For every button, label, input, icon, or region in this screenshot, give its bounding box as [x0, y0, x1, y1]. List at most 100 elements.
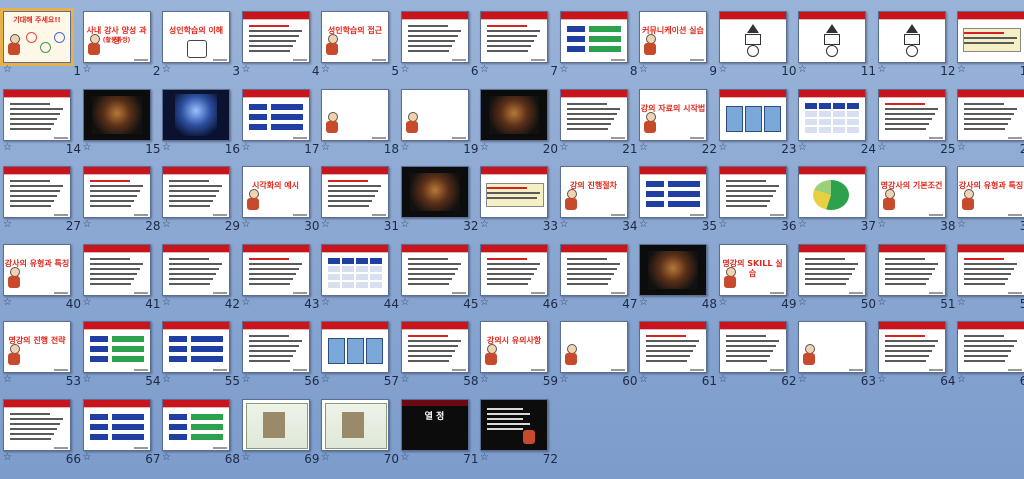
transition-star-icon[interactable]: ☆ — [401, 219, 410, 231]
slide-thumbnail[interactable] — [798, 88, 866, 141]
transition-star-icon[interactable]: ☆ — [83, 142, 92, 154]
slide-cell[interactable]: 강사의 유형과 특징 ☆ 40 — [1, 238, 81, 315]
slide-cell[interactable]: ☆ 26 — [955, 83, 1024, 160]
slide-cell[interactable]: ☆ 17 — [240, 83, 320, 160]
transition-star-icon[interactable]: ☆ — [719, 142, 728, 154]
slide-cell[interactable]: ☆ 21 — [558, 83, 638, 160]
transition-star-icon[interactable]: ☆ — [83, 452, 92, 464]
slide-cell[interactable]: ☆ 51 — [876, 238, 956, 315]
transition-star-icon[interactable]: ☆ — [639, 64, 648, 76]
slide-cell[interactable]: ☆ 61 — [637, 315, 717, 392]
transition-star-icon[interactable]: ☆ — [3, 64, 12, 76]
slide-cell[interactable]: ☆ 7 — [478, 5, 558, 82]
transition-star-icon[interactable]: ☆ — [560, 374, 569, 386]
slide-thumbnail[interactable] — [162, 243, 230, 296]
transition-star-icon[interactable]: ☆ — [480, 374, 489, 386]
slide-cell[interactable]: ☆ 45 — [399, 238, 479, 315]
slide-cell[interactable]: ☆ 48 — [637, 238, 717, 315]
slide-cell[interactable]: 명강의 SKILL 실습 ☆ 49 — [717, 238, 797, 315]
slide-thumbnail[interactable] — [480, 398, 548, 451]
transition-star-icon[interactable]: ☆ — [321, 297, 330, 309]
slide-cell[interactable]: ☆ 15 — [81, 83, 161, 160]
slide-thumbnail[interactable]: 명강의 진행 전략 — [3, 321, 71, 373]
slide-cell[interactable]: ☆ 6 — [399, 5, 479, 82]
slide-thumbnail[interactable]: 강사의 유형과 특징 — [3, 243, 71, 296]
slide-cell[interactable]: 시각화의 예시 ☆ 30 — [240, 160, 320, 237]
transition-star-icon[interactable]: ☆ — [639, 374, 648, 386]
slide-cell[interactable]: ☆ 54 — [81, 315, 161, 392]
transition-star-icon[interactable]: ☆ — [639, 219, 648, 231]
transition-star-icon[interactable]: ☆ — [401, 374, 410, 386]
slide-thumbnail[interactable] — [718, 88, 787, 141]
transition-star-icon[interactable]: ☆ — [162, 64, 171, 76]
transition-star-icon[interactable]: ☆ — [798, 219, 807, 231]
slide-cell[interactable]: 명강사의 기본조건 ☆ 38 — [876, 160, 956, 237]
slide-thumbnail[interactable] — [321, 243, 389, 296]
slide-thumbnail[interactable] — [241, 88, 310, 141]
slide-thumbnail[interactable] — [82, 88, 151, 141]
slide-cell[interactable]: ☆ 12 — [876, 5, 956, 82]
slide-cell[interactable]: ☆ 4 — [240, 5, 320, 82]
slide-cell[interactable]: ☆ 67 — [81, 393, 161, 470]
slide-thumbnail[interactable] — [480, 166, 548, 218]
slide-cell[interactable]: 강의 자료의 시작법 ☆ 22 — [637, 83, 717, 160]
slide-cell[interactable]: ☆ 35 — [637, 160, 717, 237]
slide-thumbnail[interactable] — [241, 243, 310, 296]
transition-star-icon[interactable]: ☆ — [957, 374, 966, 386]
slide-thumbnail[interactable] — [559, 321, 628, 373]
transition-star-icon[interactable]: ☆ — [162, 452, 171, 464]
slide-cell[interactable]: 기대해 주세요!! ☆ 1 — [0, 5, 81, 82]
slide-cell[interactable]: ☆ 44 — [319, 238, 399, 315]
slide-thumbnail[interactable]: 강의 자료의 시작법 — [639, 88, 707, 141]
transition-star-icon[interactable]: ☆ — [719, 219, 728, 231]
slide-cell[interactable]: 강사의 유형과 특징☆ 39 — [955, 160, 1024, 237]
slide-thumbnail[interactable] — [718, 166, 787, 218]
slide-thumbnail[interactable] — [3, 88, 71, 141]
slide-cell[interactable]: ☆ 56 — [240, 315, 320, 392]
transition-star-icon[interactable]: ☆ — [83, 219, 92, 231]
slide-cell[interactable]: ☆ 57 — [319, 315, 399, 392]
slide-thumbnail[interactable] — [798, 243, 866, 296]
slide-cell[interactable]: ☆ 29 — [160, 160, 240, 237]
transition-star-icon[interactable]: ☆ — [878, 64, 887, 76]
transition-star-icon[interactable]: ☆ — [798, 64, 807, 76]
slide-thumbnail[interactable] — [798, 166, 866, 218]
slide-thumbnail[interactable] — [639, 321, 707, 373]
slide-thumbnail[interactable] — [3, 166, 71, 218]
slide-thumbnail[interactable] — [957, 321, 1024, 373]
slide-cell[interactable]: ☆ 20 — [478, 83, 558, 160]
slide-cell[interactable]: ☆ 72 — [478, 393, 558, 470]
slide-thumbnail[interactable]: 강사의 유형과 특징 — [957, 166, 1024, 218]
transition-star-icon[interactable]: ☆ — [242, 297, 251, 309]
transition-star-icon[interactable]: ☆ — [878, 297, 887, 309]
slide-cell[interactable]: ☆ 42 — [160, 238, 240, 315]
transition-star-icon[interactable]: ☆ — [480, 297, 489, 309]
transition-star-icon[interactable]: ☆ — [83, 64, 92, 76]
transition-star-icon[interactable]: ☆ — [401, 64, 410, 76]
slide-thumbnail[interactable] — [162, 166, 230, 218]
slide-cell[interactable]: ☆ 19 — [399, 83, 479, 160]
slide-thumbnail[interactable] — [718, 321, 787, 373]
transition-star-icon[interactable]: ☆ — [162, 219, 171, 231]
slide-cell[interactable]: 커뮤니케이션 실습 ☆ 9 — [637, 5, 717, 82]
transition-star-icon[interactable]: ☆ — [3, 297, 12, 309]
slide-cell[interactable]: ☆ 23 — [717, 83, 797, 160]
slide-thumbnail[interactable] — [877, 88, 946, 141]
slide-thumbnail[interactable]: 성인학습의 접근 — [321, 11, 389, 63]
slide-thumbnail[interactable]: 열 정 — [400, 398, 469, 451]
slide-thumbnail[interactable]: 커뮤니케이션 실습 — [639, 11, 707, 63]
transition-star-icon[interactable]: ☆ — [401, 297, 410, 309]
transition-star-icon[interactable]: ☆ — [957, 64, 966, 76]
slide-cell[interactable]: 강의시 유의사항 ☆ 59 — [478, 315, 558, 392]
slide-cell[interactable]: 명강의 진행 전략 ☆ 53 — [1, 315, 81, 392]
transition-star-icon[interactable]: ☆ — [878, 374, 887, 386]
slide-thumbnail[interactable] — [480, 11, 548, 63]
transition-star-icon[interactable]: ☆ — [3, 219, 12, 231]
transition-star-icon[interactable]: ☆ — [560, 64, 569, 76]
slide-thumbnail[interactable] — [82, 321, 151, 373]
slide-cell[interactable]: 성인학습의 이해 ☆ 3 — [160, 5, 240, 82]
slide-cell[interactable]: ☆ 70 — [319, 393, 399, 470]
slide-thumbnail[interactable] — [559, 243, 628, 296]
slide-thumbnail[interactable] — [241, 11, 310, 63]
slide-thumbnail[interactable] — [400, 321, 469, 373]
